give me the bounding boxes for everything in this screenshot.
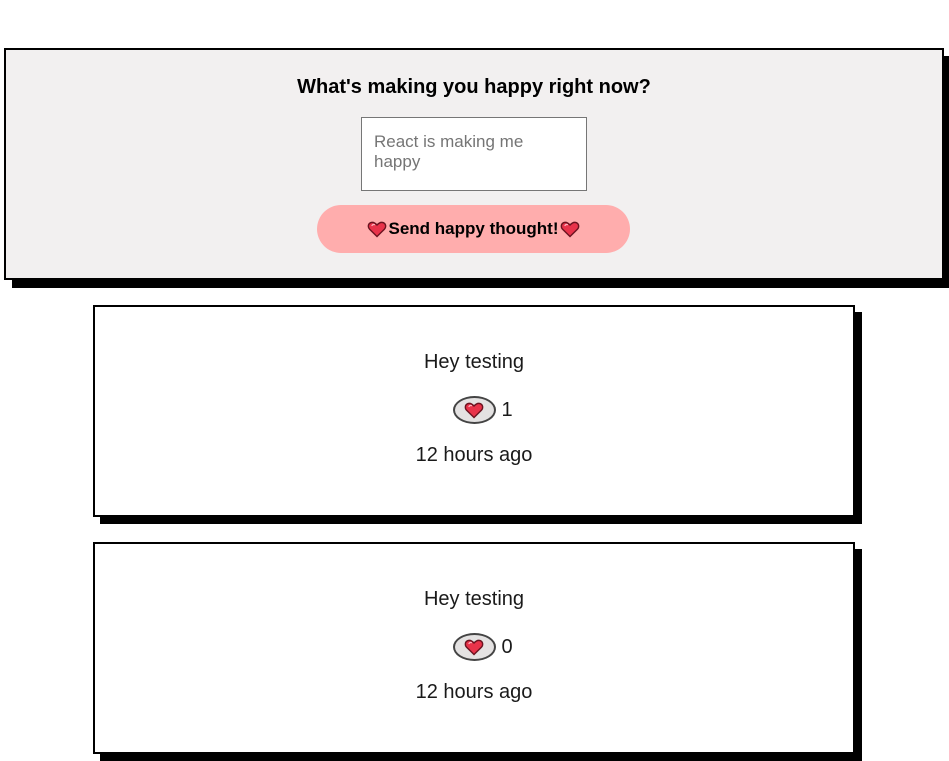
form-title: What's making you happy right now? (297, 76, 651, 98)
like-count: 0 (501, 635, 513, 658)
like-row: 1 (95, 396, 853, 424)
thought-card: Hey testing 1 12 hours ago (93, 305, 855, 517)
thought-message: Hey testing (423, 588, 525, 610)
thought-message: Hey testing (423, 351, 525, 373)
thought-input[interactable] (361, 117, 587, 191)
send-thought-button[interactable]: Send happy thought! (317, 205, 630, 253)
like-button[interactable] (452, 633, 496, 661)
send-button-label: Send happy thought! (388, 219, 559, 238)
like-button[interactable] (452, 396, 496, 424)
happy-thought-form: What's making you happy right now? Send … (4, 48, 944, 280)
like-row: 0 (95, 633, 853, 661)
heart-icon (367, 219, 387, 239)
heart-icon (560, 219, 580, 239)
thought-timestamp: 12 hours ago (415, 444, 533, 466)
heart-icon (464, 637, 484, 657)
like-count: 1 (501, 398, 513, 421)
thought-timestamp: 12 hours ago (415, 681, 533, 703)
thought-card: Hey testing 0 12 hours ago (93, 542, 855, 754)
heart-icon (464, 400, 484, 420)
